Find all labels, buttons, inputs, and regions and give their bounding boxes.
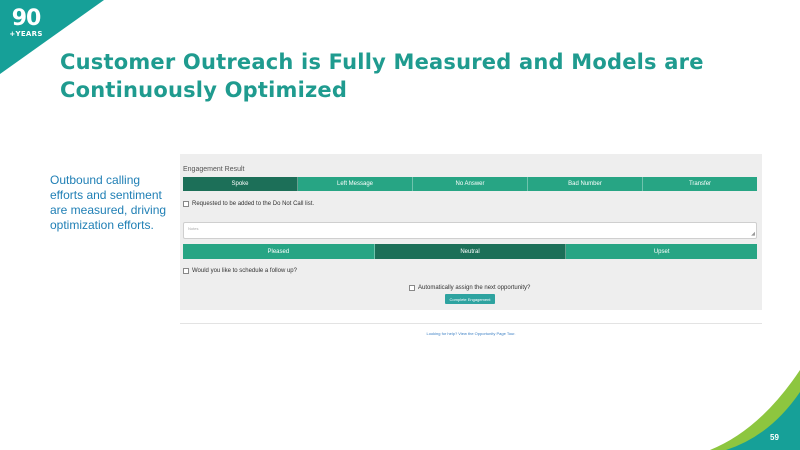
do-not-call-checkbox[interactable] [183, 201, 189, 207]
complete-engagement-button[interactable]: Complete Engagement [445, 294, 495, 304]
notes-textarea[interactable]: Notes ◢ [183, 222, 757, 239]
divider [180, 323, 762, 324]
anniversary-logo: 90 +YEARS [6, 8, 46, 42]
result-option-spoke[interactable]: Spoke [183, 177, 298, 191]
engagement-result-options: Spoke Left Message No Answer Bad Number … [183, 177, 757, 191]
auto-assign-checkbox[interactable] [409, 285, 415, 291]
follow-up-checkbox-row[interactable]: Would you like to schedule a follow up? [183, 268, 297, 274]
result-option-left-message[interactable]: Left Message [298, 177, 413, 191]
sentiment-option-pleased[interactable]: Pleased [183, 244, 375, 259]
logo-years: +YEARS [9, 30, 43, 38]
slide-title: Customer Outreach is Fully Measured and … [60, 50, 704, 102]
do-not-call-label: Requested to be added to the Do Not Call… [192, 201, 315, 207]
help-link[interactable]: Looking for help? View the Opportunity P… [180, 331, 762, 336]
follow-up-label: Would you like to schedule a follow up? [192, 268, 297, 274]
page-number: 59 [770, 433, 779, 442]
result-option-bad-number[interactable]: Bad Number [528, 177, 643, 191]
result-option-no-answer[interactable]: No Answer [413, 177, 528, 191]
auto-assign-checkbox-row[interactable]: Automatically assign the next opportunit… [409, 285, 530, 291]
sentiment-options: Pleased Neutral Upset [183, 244, 758, 259]
notes-placeholder: Notes [188, 226, 199, 231]
sentiment-option-upset[interactable]: Upset [566, 244, 758, 259]
follow-up-checkbox[interactable] [183, 268, 189, 274]
logo-number: 90 [11, 6, 42, 31]
result-option-transfer[interactable]: Transfer [643, 177, 757, 191]
do-not-call-checkbox-row[interactable]: Requested to be added to the Do Not Call… [183, 201, 314, 207]
sentiment-option-neutral[interactable]: Neutral [374, 244, 567, 259]
resize-handle-icon[interactable]: ◢ [751, 232, 755, 237]
engagement-result-heading: Engagement Result [183, 166, 245, 173]
side-description: Outbound calling efforts and sentiment a… [50, 173, 167, 232]
engagement-panel: Engagement Result Spoke Left Message No … [180, 154, 762, 310]
corner-decoration-bottom-right [710, 370, 800, 450]
auto-assign-label: Automatically assign the next opportunit… [418, 285, 531, 291]
